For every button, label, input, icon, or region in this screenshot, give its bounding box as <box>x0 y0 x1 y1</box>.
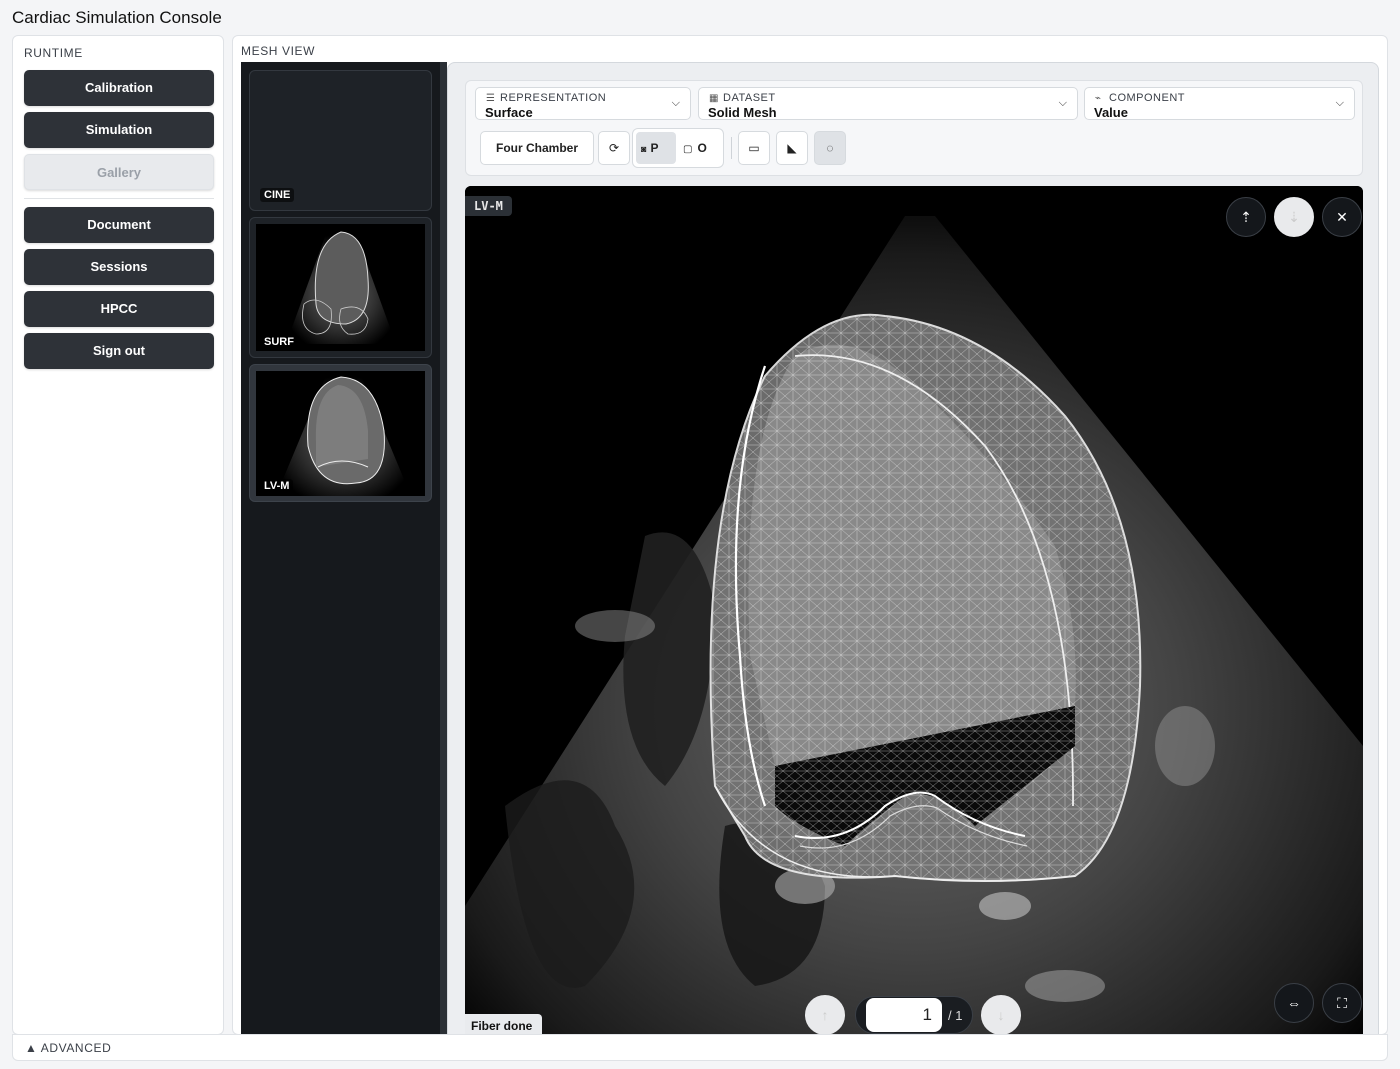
app-title: Cardiac Simulation Console <box>12 8 222 27</box>
square-icon: ▢ <box>683 144 693 155</box>
chevron-down-icon: ⌵ <box>1058 97 1067 109</box>
dataset-value: Solid Mesh <box>708 105 777 120</box>
arrow-up-icon: ↑ <box>821 1007 829 1023</box>
cursor-icon: ◣ <box>787 141 797 155</box>
thumbnail-strip: CINE SURF LV-M <box>241 62 447 1036</box>
fit-width-icon: ⇔ <box>1287 995 1301 1011</box>
upload-button[interactable]: ⇡ <box>1226 197 1266 237</box>
simulation-button[interactable]: Simulation <box>24 112 214 148</box>
fullscreen-button[interactable]: ⛶ <box>1322 983 1362 1023</box>
canvas-tag: LV-M <box>465 196 512 216</box>
sessions-button[interactable]: Sessions <box>24 249 214 285</box>
thumbnail-cine[interactable]: CINE <box>249 70 432 211</box>
calibration-button[interactable]: Calibration <box>24 70 214 106</box>
camera-icon: ◙ <box>641 144 647 154</box>
close-icon: ✕ <box>1336 209 1348 225</box>
list-icon: ☰ <box>486 93 496 104</box>
upload-icon: ⇡ <box>1240 209 1252 225</box>
viewer-panel: ☰ REPRESENTATION Surface ⌵ ▦ DATASET Solid… <box>447 62 1379 1036</box>
dataset-label: DATASET <box>723 92 776 104</box>
perspective-label: P <box>650 141 659 155</box>
component-dropdown[interactable]: ⌁ COMPONENT Value ⌵ <box>1084 87 1355 120</box>
reset-view-button[interactable]: ⟳ <box>598 131 630 165</box>
orthographic-option[interactable]: ▢ O <box>679 132 723 164</box>
sidebar-heading: RUNTIME <box>24 46 83 60</box>
chevron-down-icon: ⌵ <box>1335 97 1344 109</box>
close-viewer-button[interactable]: ✕ <box>1322 197 1362 237</box>
chart-icon: ⌁ <box>1095 93 1102 104</box>
representation-label: REPRESENTATION <box>500 92 607 104</box>
page-indicator: / 1 <box>855 996 973 1034</box>
mesh-canvas[interactable]: LV-M ⇡ ⇣ ✕ ↑ / 1 ↓ ⇔ <box>465 186 1363 1036</box>
runtime-sidebar: RUNTIME Calibration Simulation Gallery D… <box>12 35 224 1035</box>
pointer-button[interactable]: ◣ <box>776 131 808 165</box>
mesh-view-heading: MESH VIEW <box>241 44 316 58</box>
viewer-toolbar: ☰ REPRESENTATION Surface ⌵ ▦ DATASET Solid… <box>465 80 1363 176</box>
arrow-down-icon: ↓ <box>997 1007 1005 1023</box>
download-button[interactable]: ⇣ <box>1274 197 1314 237</box>
next-page-button[interactable]: ↓ <box>981 995 1021 1035</box>
thumbnail-surf[interactable]: SURF <box>249 217 432 358</box>
fit-view-button[interactable]: ⇔ <box>1274 983 1314 1023</box>
sign-out-button[interactable]: Sign out <box>24 333 214 369</box>
fullscreen-icon: ⛶ <box>1337 995 1347 1011</box>
toolbar-divider <box>731 137 732 159</box>
component-value: Value <box>1094 105 1128 120</box>
monitor-icon: ▭ <box>748 141 760 155</box>
refresh-icon: ⟳ <box>608 141 620 155</box>
advanced-toggle[interactable]: ▲ ADVANCED <box>12 1034 1388 1061</box>
orthographic-label: O <box>697 141 707 155</box>
view-preset-button[interactable]: Four Chamber <box>480 131 594 165</box>
projection-toggle: ◙ P ▢ O <box>632 128 724 168</box>
sidebar-divider <box>24 198 214 199</box>
hpcc-button[interactable]: HPCC <box>24 291 214 327</box>
chevron-down-icon: ⌵ <box>671 97 680 109</box>
gallery-button[interactable]: Gallery <box>24 154 214 190</box>
thumbnail-lv-m[interactable]: LV-M <box>249 364 432 502</box>
thumbnail-label: SURF <box>260 335 298 349</box>
page-number-input[interactable] <box>866 998 942 1032</box>
perspective-option[interactable]: ◙ P <box>636 132 676 164</box>
dataset-dropdown[interactable]: ▦ DATASET Solid Mesh ⌵ <box>698 87 1078 120</box>
prev-page-button[interactable]: ↑ <box>805 995 845 1035</box>
component-label: COMPONENT <box>1109 92 1185 104</box>
lasso-button[interactable]: ◌ <box>814 131 846 165</box>
screen-button[interactable]: ▭ <box>738 131 770 165</box>
page-total: / 1 <box>948 1008 963 1023</box>
thumbnail-image <box>256 371 425 496</box>
thumbnail-label: CINE <box>260 188 295 202</box>
table-icon: ▦ <box>709 93 719 104</box>
download-icon: ⇣ <box>1288 209 1300 225</box>
mesh-view-panel: MESH VIEW CINE SURF LV-M ☰ REPRESENTATIO… <box>232 35 1388 1036</box>
representation-value: Surface <box>485 105 533 120</box>
strip-scrollbar[interactable] <box>440 62 447 1036</box>
document-button[interactable]: Document <box>24 207 214 243</box>
representation-dropdown[interactable]: ☰ REPRESENTATION Surface ⌵ <box>475 87 691 120</box>
echo-mesh-render <box>465 186 1363 1036</box>
status-chip: Fiber done <box>465 1014 543 1036</box>
lasso-icon: ◌ <box>826 141 834 155</box>
thumbnail-label: LV-M <box>260 479 294 493</box>
thumbnail-image <box>256 224 425 351</box>
